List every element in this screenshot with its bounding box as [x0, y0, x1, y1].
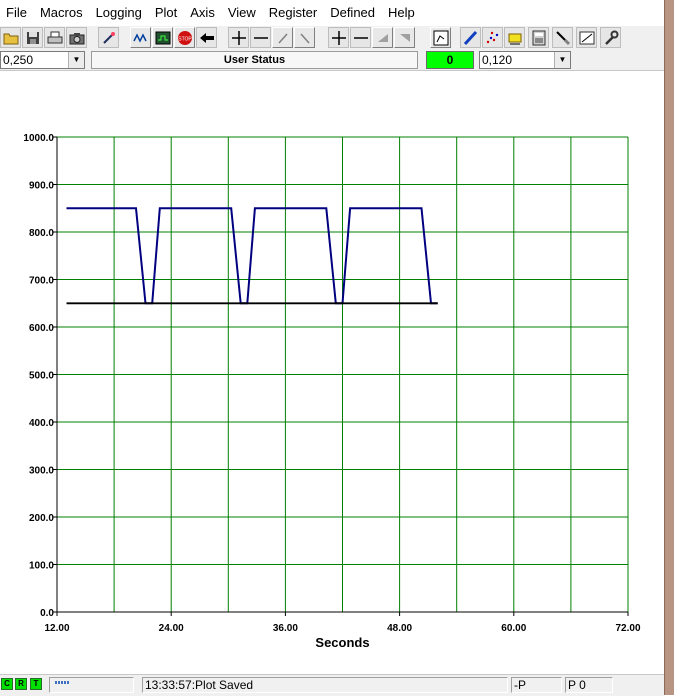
scope-icon[interactable]	[130, 27, 151, 48]
x-tick-label: 48.00	[387, 623, 412, 634]
y-tick-label: 200.0	[29, 513, 54, 524]
x-tick-label: 12.00	[44, 623, 69, 634]
chevron-down-icon[interactable]: ▼	[554, 52, 570, 68]
zoom-out-icon[interactable]	[250, 27, 271, 48]
led-c: C	[1, 678, 13, 690]
page-indicator: P 0	[565, 677, 613, 693]
app-window: File Macros Logging Plot Axis View Regis…	[0, 0, 664, 696]
y-zoom-out-icon[interactable]	[350, 27, 371, 48]
x-axis-label: Seconds	[315, 635, 369, 650]
x-tick-label: 72.00	[615, 623, 640, 634]
y-tick-label: 300.0	[29, 466, 54, 477]
pan-right-icon[interactable]	[294, 27, 315, 48]
print-icon[interactable]	[44, 27, 65, 48]
calculator-icon[interactable]	[528, 27, 549, 48]
counter-indicator: 0	[426, 51, 474, 69]
display-icon[interactable]	[152, 27, 173, 48]
plot-area[interactable]: 0.0 100.0 200.0 300.0 400.0 500.0 600.0 700.0 80…	[0, 71, 664, 674]
status-row: 0,250 ▼ User Status 0 0,120 ▼	[0, 50, 664, 71]
stop-icon[interactable]: STOP	[174, 27, 195, 48]
stop-label: STOP	[178, 36, 192, 42]
y-tick-label: 600.0	[29, 323, 54, 334]
points-icon[interactable]	[482, 27, 503, 48]
y-tick-label: 400.0	[29, 418, 54, 429]
y-tick-label: 1000.0	[23, 133, 54, 144]
menu-view[interactable]: View	[222, 0, 263, 26]
y-tick-label: 900.0	[29, 181, 54, 192]
status-message: 13:33:57:Plot Saved	[142, 677, 508, 693]
progress-dots	[55, 681, 69, 684]
y-zoom-in-icon[interactable]	[328, 27, 349, 48]
x-tick-label: 60.00	[501, 623, 526, 634]
save-icon[interactable]	[22, 27, 43, 48]
pen-icon[interactable]	[460, 27, 481, 48]
status-bar: C R T 13:33:57:Plot Saved -P P 0	[0, 674, 664, 696]
progress-panel	[49, 677, 134, 693]
window-border	[664, 0, 674, 695]
back-arrow-icon[interactable]	[196, 27, 217, 48]
menu-macros[interactable]: Macros	[34, 0, 90, 26]
menu-file[interactable]: File	[0, 0, 34, 26]
x-tick-label: 36.00	[273, 623, 298, 634]
led-r: R	[15, 678, 27, 690]
zoom-in-icon[interactable]	[228, 27, 249, 48]
y-tick-label: 800.0	[29, 228, 54, 239]
led-t: T	[30, 678, 42, 690]
pan-left-icon[interactable]	[272, 27, 293, 48]
menu-bar: File Macros Logging Plot Axis View Regis…	[0, 0, 664, 26]
mode-indicator: -P	[511, 677, 562, 693]
chevron-down-icon[interactable]: ▼	[68, 52, 84, 68]
scale-icon[interactable]	[576, 27, 597, 48]
y-tick-label: 0.0	[40, 608, 54, 619]
menu-defined[interactable]: Defined	[324, 0, 382, 26]
y-tick-label: 500.0	[29, 371, 54, 382]
menu-register[interactable]: Register	[263, 0, 324, 26]
interval-select[interactable]: 0,120 ▼	[479, 51, 571, 69]
y-pan-up-icon[interactable]	[372, 27, 393, 48]
y-pan-down-icon[interactable]	[394, 27, 415, 48]
interval-value: 0,120	[482, 53, 513, 67]
menu-plot[interactable]: Plot	[149, 0, 184, 26]
x-tick-label: 24.00	[159, 623, 184, 634]
highlight-icon[interactable]	[504, 27, 525, 48]
sample-rate-select[interactable]: 0,250 ▼	[0, 51, 85, 69]
probe-icon[interactable]	[552, 27, 573, 48]
user-status-field: User Status	[91, 51, 418, 69]
y-tick-label: 700.0	[29, 276, 54, 287]
series-line-signal	[66, 207, 438, 305]
y-tick-label: 100.0	[29, 561, 54, 572]
open-icon[interactable]	[0, 27, 21, 48]
plot-window-icon[interactable]	[430, 27, 451, 48]
menu-logging[interactable]: Logging	[90, 0, 149, 26]
menu-axis[interactable]: Axis	[184, 0, 222, 26]
wand-icon[interactable]	[98, 27, 119, 48]
wrench-icon[interactable]	[600, 27, 621, 48]
camera-icon[interactable]	[66, 27, 87, 48]
sample-rate-value: 0,250	[3, 53, 34, 67]
menu-help[interactable]: Help	[382, 0, 422, 26]
toolbar: STOP	[0, 26, 664, 51]
